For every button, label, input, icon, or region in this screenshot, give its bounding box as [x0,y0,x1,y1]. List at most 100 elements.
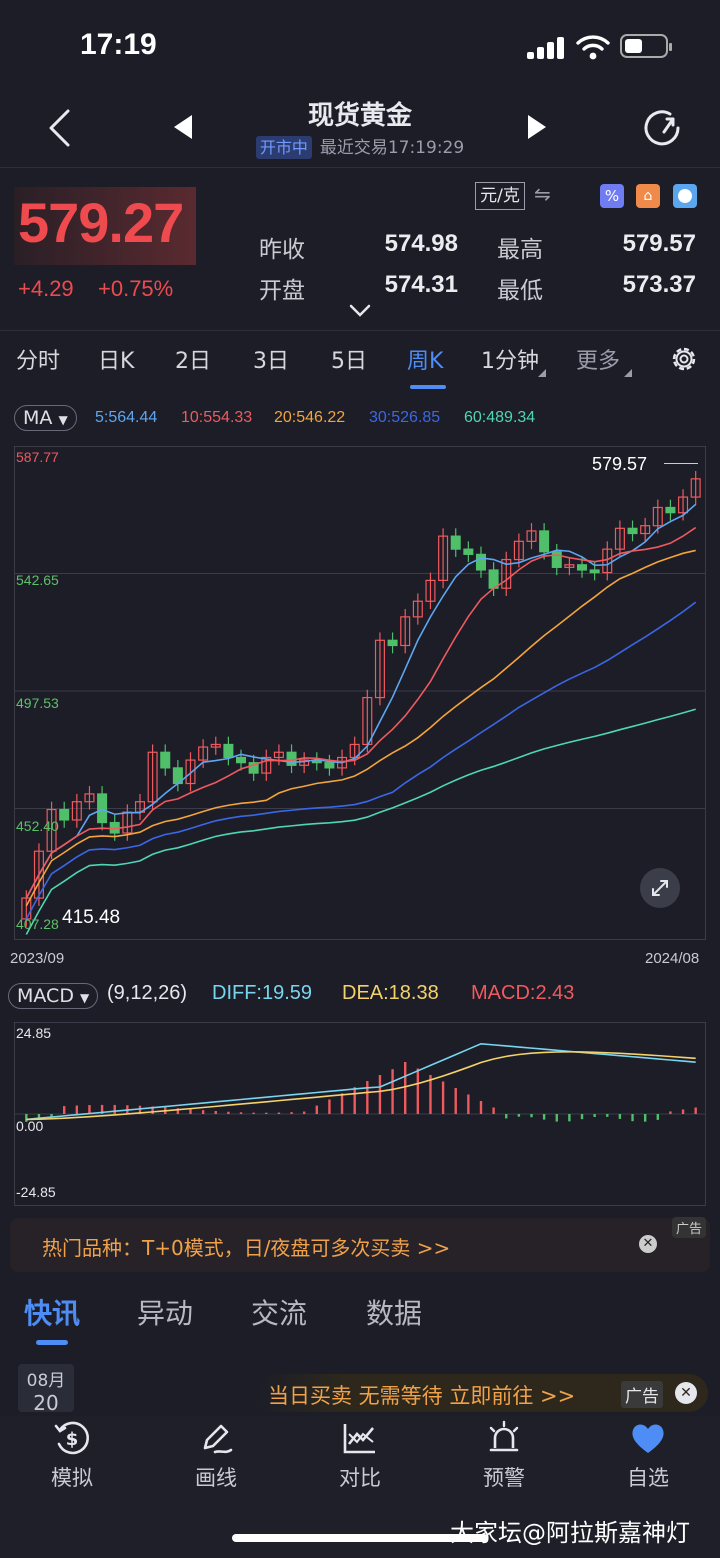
tab-3day[interactable]: 3日 [253,343,289,375]
candle-body [286,751,297,766]
refresh-icon[interactable] [642,108,682,148]
battery-icon [620,34,672,58]
open-value: 574.31 [384,271,458,298]
tab-daily[interactable]: 日K [98,343,134,375]
nav-compare[interactable]: 对比 [310,1420,410,1492]
kline-chart [14,471,706,935]
candle-body [97,793,108,824]
tab-more[interactable]: 更多 [576,343,620,375]
dropdown-corner-icon [538,369,546,377]
candle-body [463,548,474,555]
close-icon[interactable]: ✕ [675,1382,697,1404]
news-month: 08月 [26,1371,66,1391]
svg-text:$: $ [66,1429,79,1450]
tab-flash-news[interactable]: 快讯 [24,1292,80,1332]
signal-icon [527,37,564,59]
candle-body [59,808,70,821]
candle-body [223,743,234,759]
promo-text[interactable]: 热门品种：T+0模式，日/夜盘可多次买卖 >> [42,1232,450,1261]
tab-data[interactable]: 数据 [366,1292,422,1332]
tab-discussion[interactable]: 交流 [251,1292,307,1332]
last-trade-time: 最近交易17:19:29 [319,138,465,158]
market-status: 开市中 最近交易17:19:29 [0,133,720,159]
news-day: 20 [33,1391,59,1415]
nav-draw[interactable]: 画线 [166,1420,266,1492]
open-label: 开盘 [259,278,305,304]
candle-body [160,751,171,769]
last-price: 579.27 [18,191,184,254]
low-marker-label: 415.48 [62,907,121,928]
high-value: 579.57 [622,230,696,257]
market-state-badge: 开市中 [255,136,312,159]
macd-indicator-select[interactable]: MACD ▼ [8,983,99,1009]
price-change-pct: +0.75% [98,276,174,301]
dropdown-corner-icon [624,369,632,377]
floating-ad-text[interactable]: 当日买卖 无需等待 立即前往 >> [268,1380,575,1410]
nav-compare-label: 对比 [339,1466,381,1490]
candle-body [235,756,247,764]
tab-5day[interactable]: 5日 [331,343,367,375]
y-label-top: 587.77 [16,449,59,465]
ma20-legend: 20:546.22 [274,409,346,426]
unit-toggle[interactable]: 元/克 [475,182,525,210]
chevron-down-icon: ▼ [58,413,68,427]
watermark: 大家坛@阿拉斯嘉神灯 [450,1519,690,1547]
candle-body [475,553,487,571]
alarm-icon [489,1420,519,1452]
macd-params: (9,12,26) [107,982,188,1004]
nav-draw-label: 画线 [195,1466,237,1490]
nav-simulate-label: 模拟 [51,1466,93,1490]
ma-line-20 [25,549,696,907]
y-label-2: 542.65 [16,572,59,588]
macd-indicator-label: MACD [17,985,74,1007]
low-label: 最低 [497,278,543,304]
low-value: 573.37 [622,271,696,298]
x-label-end: 2024/08 [645,950,700,967]
news-tab-indicator [36,1340,68,1345]
close-icon[interactable]: ✕ [639,1235,657,1253]
ma-line-10 [25,526,697,899]
news-date: 08月 20 [18,1364,74,1415]
candle-body [589,569,600,574]
x-label-start: 2023/09 [10,950,65,967]
swap-icon[interactable]: ⇋ [534,182,551,206]
candle-body [665,506,676,514]
nav-watchlist-label: 自选 [627,1466,669,1490]
prev-close-value: 574.98 [384,230,458,257]
macd-y-top: 24.85 [16,1025,52,1041]
floating-ad-tag: 广告 [621,1381,663,1408]
macd-y-zero: 0.00 [16,1118,44,1134]
expand-quote-icon[interactable] [349,304,371,318]
tab-intraday[interactable]: 分时 [16,343,60,375]
page-title: 现货黄金 [307,101,412,131]
ma-indicator-label: MA [23,407,53,429]
tab-1min[interactable]: 1分钟 [481,343,539,375]
tab-movements[interactable]: 异动 [137,1292,193,1332]
y-label-3: 497.53 [16,695,59,711]
ma-line-60 [25,708,696,935]
next-instrument-icon[interactable] [526,113,548,141]
nav-alert[interactable]: 预警 [454,1420,554,1492]
high-marker-line [664,463,698,464]
high-label: 最高 [497,237,543,263]
settings-gear-icon[interactable] [669,344,699,374]
y-label-bottom: 407.28 [16,916,59,932]
percent-tool-icon[interactable]: % [600,184,624,208]
macd-y-bottom: -24.85 [16,1184,56,1200]
pie-tool-icon[interactable] [673,184,697,208]
candle-body [324,762,335,769]
nav-alert-label: 预警 [483,1466,525,1490]
fullscreen-button[interactable] [640,868,680,908]
tab-2day[interactable]: 2日 [175,343,211,375]
ma10-legend: 10:554.33 [181,409,253,426]
lighthouse-tool-icon[interactable]: ⌂ [636,184,660,208]
tab-weekly[interactable]: 周K [407,343,443,375]
y-label-4: 452.40 [16,818,59,834]
nav-simulate[interactable]: $ 模拟 [22,1420,122,1492]
ma5-legend: 5:564.44 [95,409,158,426]
ma-line-30 [25,601,697,920]
compare-chart-icon [343,1424,375,1454]
simulate-dollar-icon: $ [54,1421,90,1455]
ma-indicator-select[interactable]: MA ▼ [14,405,77,431]
nav-watchlist[interactable]: 自选 [598,1420,698,1492]
